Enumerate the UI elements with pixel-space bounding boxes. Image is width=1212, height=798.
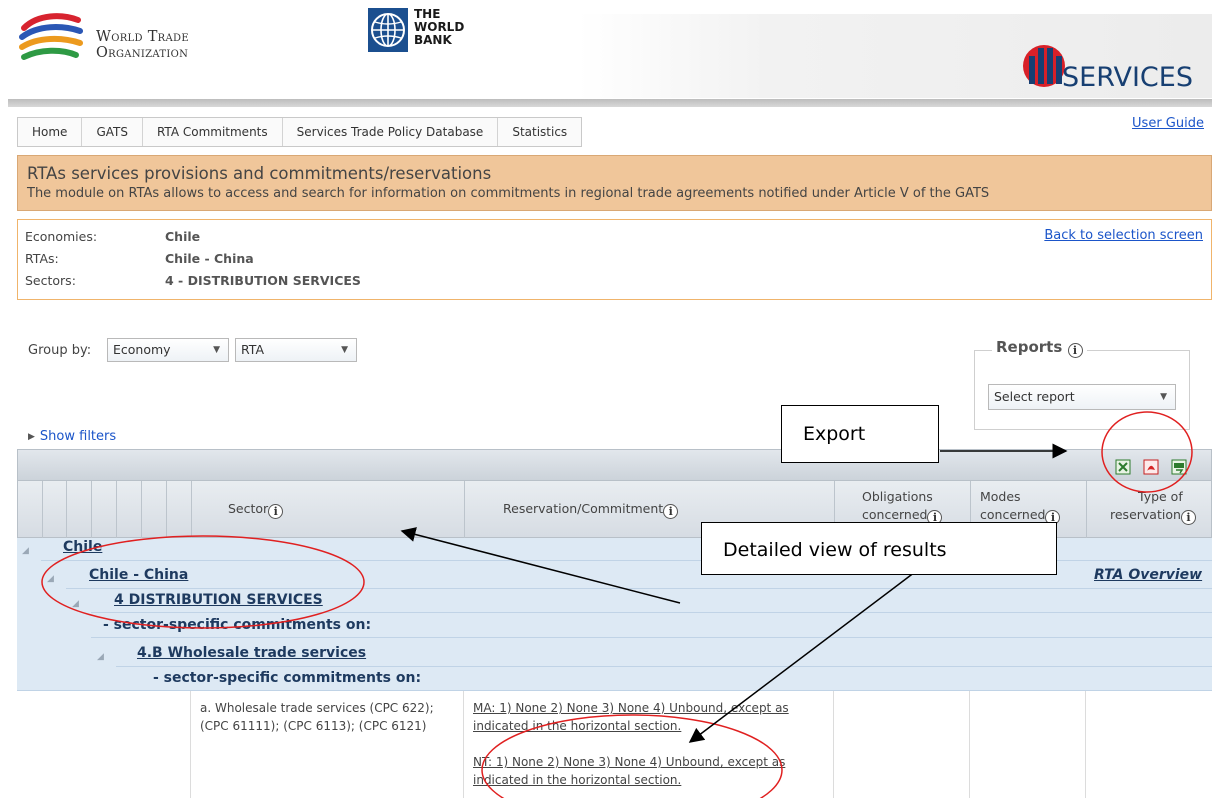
module-banner: RTAs services provisions and commitments… — [17, 155, 1212, 211]
wto-name: World Trade Organization — [96, 29, 189, 61]
group-row-divider — [66, 588, 1212, 589]
info-icon[interactable]: i — [663, 504, 679, 519]
info-icon[interactable]: i — [1180, 510, 1196, 525]
info-icon[interactable]: i — [1067, 343, 1083, 358]
nav-tab-rta-commitments[interactable]: RTA Commitments — [143, 118, 283, 146]
rtas-row: RTAs: Chile - China — [25, 251, 254, 266]
grid-toolbar — [17, 449, 1212, 481]
show-filters-toggle[interactable]: ▶ Show filters — [28, 429, 116, 444]
sectors-value: 4 - DISTRIBUTION SERVICES — [165, 273, 361, 288]
grid-group-column — [42, 481, 66, 538]
nav-tab-home[interactable]: Home — [18, 118, 83, 146]
itip-services-label: SERVICES — [1062, 62, 1193, 93]
rtas-label: RTAs: — [25, 251, 59, 266]
nav-tab-gats[interactable]: GATS — [82, 118, 143, 146]
sector-cell: a. Wholesale trade services (CPC 622); (… — [190, 691, 463, 798]
user-guide-link[interactable]: User Guide — [1132, 116, 1204, 131]
wto-logo-icon — [19, 13, 83, 60]
group-by-economy-value: Economy — [113, 342, 171, 357]
group-row-divider — [91, 637, 1212, 638]
site-header: World Trade Organization THE WORLD BANK … — [0, 0, 1212, 107]
page-subtitle: The module on RTAs allows to access and … — [27, 186, 990, 201]
nt-commitment-link[interactable]: NT: 1) None 2) None 3) None 4) Unbound, … — [473, 753, 785, 771]
group-row-rta[interactable]: Chile - China — [89, 567, 188, 583]
group-row-divider — [91, 612, 1212, 613]
sectors-row: Sectors: 4 - DISTRIBUTION SERVICES — [25, 273, 361, 288]
grid-group-column — [116, 481, 141, 538]
select-report-placeholder: Select report — [994, 389, 1075, 404]
chevron-down-icon: ▼ — [213, 345, 220, 355]
table-row: a. Wholesale trade services (CPC 622); (… — [17, 691, 1212, 798]
modes-cell — [969, 691, 1085, 798]
grid-group-column — [166, 481, 191, 538]
select-report-dropdown[interactable]: Select report ▼ — [988, 384, 1176, 410]
chevron-down-icon: ▼ — [341, 345, 348, 355]
ma-commitment-link[interactable]: indicated in the horizontal section. — [473, 717, 681, 735]
collapse-triangle-icon[interactable]: ◢ — [72, 599, 79, 609]
pdf-export-icon[interactable] — [1143, 459, 1159, 475]
nav-tab-services-trade-policy-database[interactable]: Services Trade Policy Database — [283, 118, 499, 146]
group-row-sector[interactable]: 4 DISTRIBUTION SERVICES — [114, 592, 323, 608]
collapse-triangle-icon[interactable]: ◢ — [97, 652, 104, 662]
nt-commitment-link[interactable]: indicated in the horizontal section. — [473, 771, 681, 789]
collapse-triangle-icon[interactable]: ◢ — [47, 574, 54, 584]
detailed-view-callout: Detailed view of results — [701, 522, 1057, 575]
group-row-divider — [116, 666, 1212, 667]
obligations-cell — [833, 691, 969, 798]
grid-group-column — [66, 481, 91, 538]
group-row-economy[interactable]: Chile — [63, 539, 102, 555]
world-bank-logo-icon — [368, 8, 408, 52]
economies-value: Chile — [165, 229, 201, 244]
commitments-label: - sector-specific commitments on: — [153, 670, 422, 686]
group-by-label: Group by: — [28, 343, 92, 358]
world-bank-name: THE WORLD BANK — [414, 7, 465, 47]
column-header-sector[interactable]: Sector i — [191, 481, 464, 538]
rta-overview-link[interactable]: RTA Overview — [1094, 567, 1202, 583]
expand-triangle-icon: ▶ — [28, 432, 35, 442]
group-row-subsector[interactable]: 4.B Wholesale trade services — [137, 645, 366, 661]
selection-summary: Economies: Chile RTAs: Chile - China Secto… — [17, 219, 1212, 300]
csv-export-icon[interactable] — [1171, 459, 1187, 475]
export-callout: Export — [781, 405, 939, 463]
group-by-rta-value: RTA — [241, 342, 264, 357]
grid-group-column — [141, 481, 166, 538]
reservation-cell: MA: 1) None 2) None 3) None 4) Unbound, … — [463, 691, 833, 798]
column-header-type-of-reservation[interactable]: Type of reservation i — [1086, 481, 1212, 538]
type-of-reservation-cell — [1085, 691, 1212, 798]
ma-commitment-link[interactable]: MA: 1) None 2) None 3) None 4) Unbound, … — [473, 699, 789, 717]
group-by-rta-select[interactable]: RTA ▼ — [235, 338, 357, 362]
rtas-value: Chile - China — [165, 251, 254, 266]
header-divider — [8, 99, 1212, 107]
economies-row: Economies: Chile — [25, 229, 200, 244]
commitments-label: - sector-specific commitments on: — [103, 617, 372, 633]
sectors-label: Sectors: — [25, 273, 76, 288]
group-by-economy-select[interactable]: Economy ▼ — [107, 338, 229, 362]
grid-group-column — [91, 481, 116, 538]
info-icon[interactable]: i — [268, 504, 284, 519]
reports-title: Reports i — [992, 338, 1087, 358]
excel-export-icon[interactable] — [1115, 459, 1131, 475]
back-to-selection-link[interactable]: Back to selection screen — [1044, 228, 1203, 243]
chevron-down-icon: ▼ — [1160, 392, 1167, 402]
economies-label: Economies: — [25, 229, 98, 244]
page-title: RTAs services provisions and commitments… — [27, 164, 492, 183]
collapse-triangle-icon[interactable]: ◢ — [22, 546, 29, 556]
nav-tab-statistics[interactable]: Statistics — [498, 118, 581, 146]
main-nav: Home GATS RTA Commitments Services Trade… — [17, 117, 583, 147]
